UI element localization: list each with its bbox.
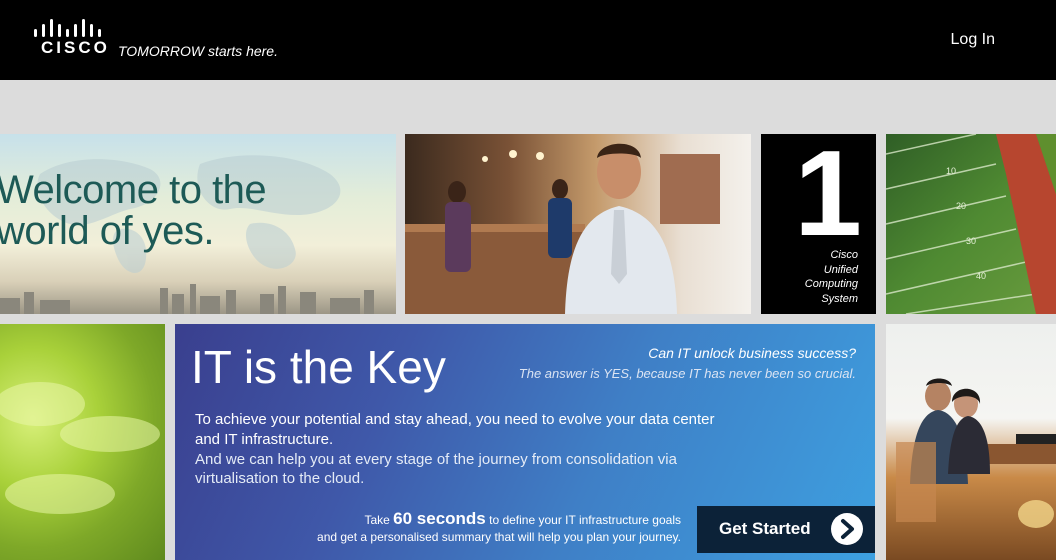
ucs-label-line: Unified bbox=[823, 263, 858, 276]
feature-paragraph-1: To achieve your potential and stay ahead… bbox=[195, 411, 715, 448]
feature-question: Can IT unlock business success? bbox=[648, 345, 856, 361]
ucs-label-line: System bbox=[821, 292, 858, 305]
login-link[interactable]: Log In bbox=[951, 31, 995, 49]
take-prefix: Take bbox=[364, 513, 390, 527]
feature-answer: The answer is YES, because IT has never … bbox=[518, 366, 856, 381]
take-suffix: to define your IT infrastructure goals bbox=[489, 513, 681, 527]
welcome-line-1: Welcome to the bbox=[0, 168, 267, 212]
ucs-label-line: Cisco bbox=[830, 249, 858, 261]
svg-text:40: 40 bbox=[976, 271, 986, 281]
city-skyline-graphic bbox=[0, 284, 374, 314]
business-meeting-photo bbox=[896, 378, 1056, 528]
stadium-photo-tile[interactable]: 10 20 30 40 bbox=[886, 134, 1056, 314]
survey-callout-line-2: and get a personalised summary that will… bbox=[317, 530, 681, 544]
businessman-photo bbox=[405, 143, 720, 314]
ucs-label: Cisco Unified Computing System bbox=[805, 248, 858, 306]
welcome-headline: Welcome to the world of yes. bbox=[0, 168, 267, 253]
feature-paragraph-2: And we can help you at every stage of th… bbox=[195, 451, 677, 487]
feature-title: IT is the Key bbox=[191, 341, 446, 393]
survey-callout: Take 60 seconds to define your IT infras… bbox=[317, 510, 681, 546]
ucs-number: 1 bbox=[794, 134, 862, 261]
ucs-promo-tile[interactable]: 1 Cisco Unified Computing System bbox=[761, 134, 876, 314]
svg-text:10: 10 bbox=[946, 166, 956, 176]
sky-clouds-photo bbox=[0, 382, 160, 514]
ucs-label-line: Computing bbox=[804, 278, 858, 290]
top-band bbox=[0, 80, 1056, 134]
survey-callout-line-1: Take 60 seconds to define your IT infras… bbox=[317, 510, 681, 529]
chevron-right-icon bbox=[831, 513, 863, 545]
welcome-line-2: world of yes. bbox=[0, 209, 215, 253]
svg-text:20: 20 bbox=[956, 201, 966, 211]
site-header: CISCO TOMORROW starts here. Log In bbox=[0, 0, 1056, 80]
office-photo-tile[interactable] bbox=[405, 134, 751, 314]
take-highlight: 60 seconds bbox=[393, 509, 486, 528]
get-started-button[interactable]: Get Started bbox=[697, 506, 875, 553]
welcome-tile[interactable]: Welcome to the world of yes. bbox=[0, 134, 396, 314]
it-key-feature-panel: IT is the Key Can IT unlock business suc… bbox=[175, 324, 875, 560]
tagline: TOMORROW starts here. bbox=[118, 43, 278, 59]
svg-text:30: 30 bbox=[966, 236, 976, 246]
meeting-photo-tile[interactable] bbox=[886, 324, 1056, 560]
cisco-wordmark: CISCO bbox=[41, 38, 110, 57]
football-field-photo: 10 20 30 40 bbox=[886, 134, 1056, 314]
nature-photo-tile[interactable] bbox=[0, 324, 165, 560]
get-started-label: Get Started bbox=[719, 519, 811, 538]
cisco-bars-icon bbox=[34, 19, 101, 37]
